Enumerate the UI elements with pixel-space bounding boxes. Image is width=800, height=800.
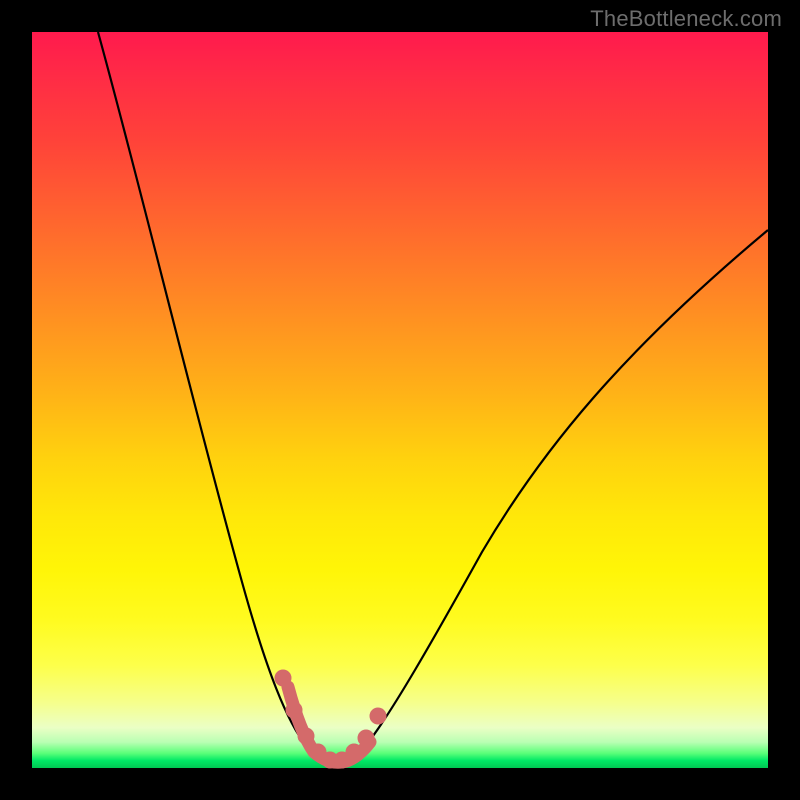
watermark-text: TheBottleneck.com (590, 6, 782, 32)
plot-area (32, 32, 768, 768)
bottleneck-curve (98, 32, 768, 762)
valley-markers (275, 670, 386, 768)
curve-svg (32, 32, 768, 768)
chart-frame: TheBottleneck.com (0, 0, 800, 800)
